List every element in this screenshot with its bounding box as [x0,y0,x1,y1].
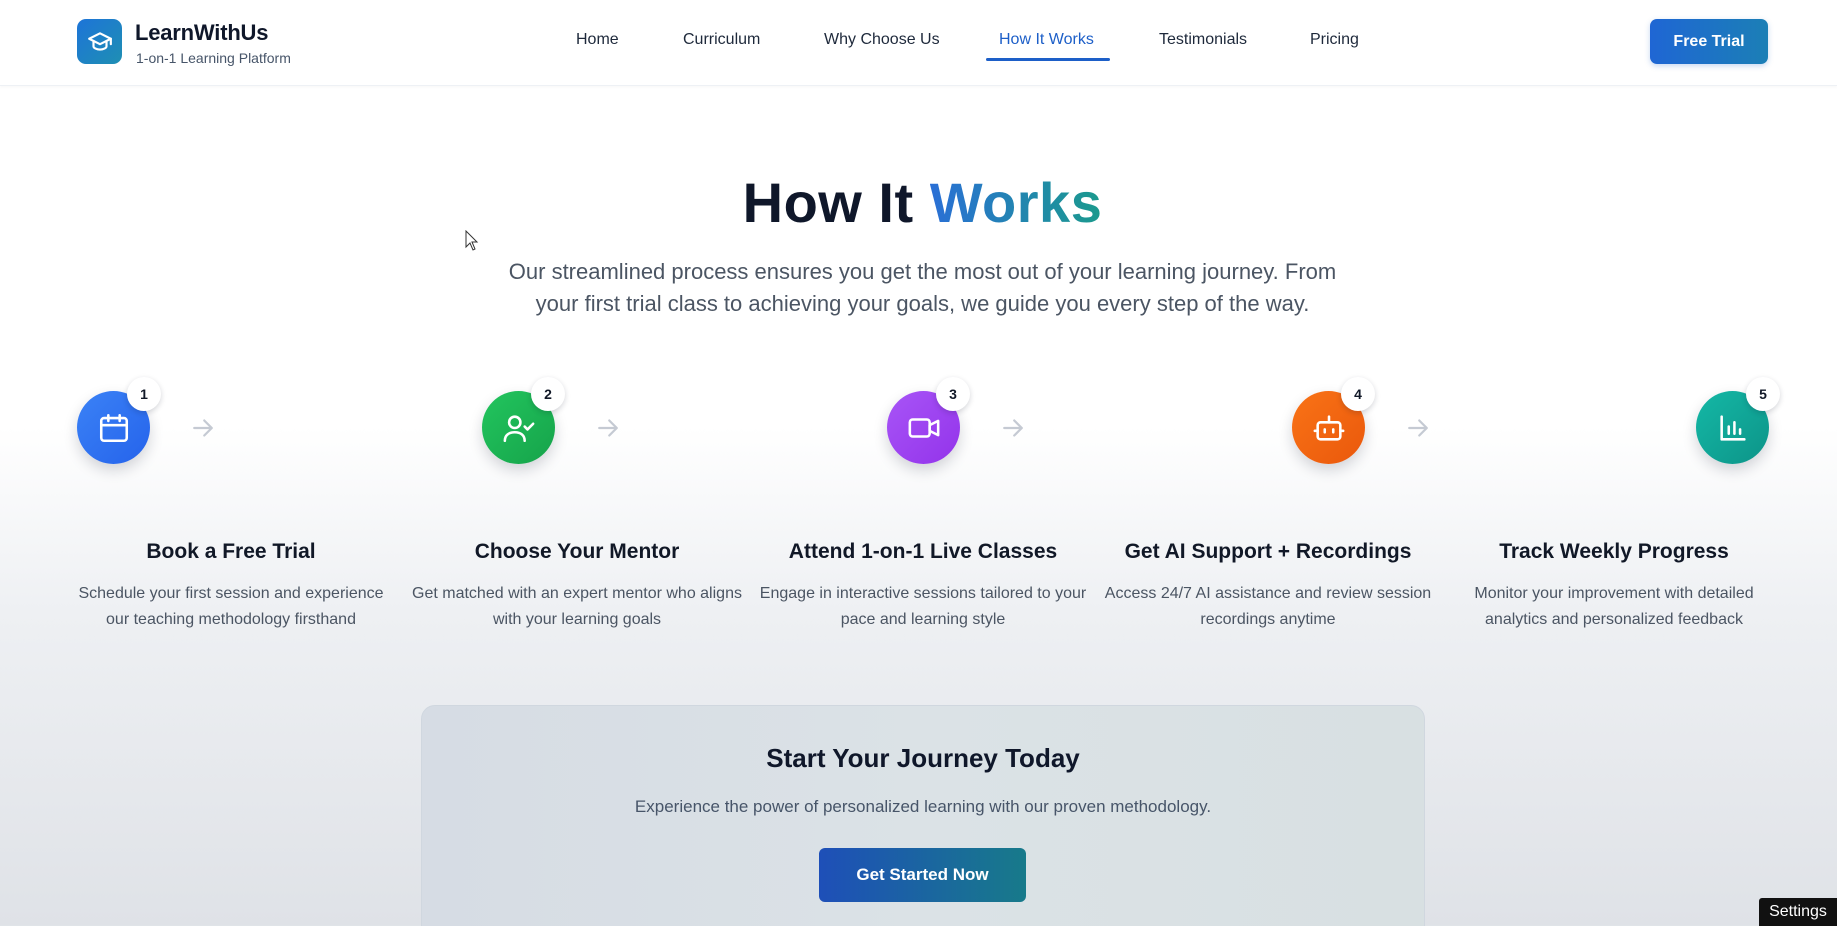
step-4-description: Access 24/7 AI assistance and review ses… [1104,585,1432,628]
nav-item-curriculum[interactable]: Curriculum [683,31,760,49]
logo[interactable] [77,19,122,64]
step-2-title: Choose Your Mentor [474,540,680,563]
page-subtitle: Our streamlined process ensures you get … [508,259,1337,316]
page-title: How It Works [0,170,1837,235]
get-started-button[interactable]: Get Started Now [819,848,1026,902]
arrow-right-icon [1003,419,1023,437]
nav-item-testimonials[interactable]: Testimonials [1159,31,1247,49]
title-accent: Works [929,171,1103,234]
settings-button[interactable]: Settings [1759,898,1837,926]
step-1-description: Schedule your first session and experien… [78,585,384,628]
step-3-number: 3 [936,377,970,411]
step-1-title: Book a Free Trial [146,540,316,563]
cta-title: Start Your Journey Today [766,743,1080,773]
user-check-icon [503,414,534,442]
active-nav-indicator [986,58,1110,61]
free-trial-button[interactable]: Free Trial [1650,19,1768,64]
nav-item-why-choose-us[interactable]: Why Choose Us [824,31,940,49]
site-header: LearnWithUs 1-on-1 Learning Platform Hom… [0,0,1837,86]
brand-name[interactable]: LearnWithUs [135,20,268,46]
title-main: How It [742,171,914,234]
step-4-number: 4 [1341,377,1375,411]
step-5-title: Track Weekly Progress [1499,540,1729,563]
bar-chart-icon [1719,414,1746,441]
step-1-number: 1 [127,377,161,411]
step-3-description: Engage in interactive sessions tailored … [759,585,1087,628]
step-4-title: Get AI Support + Recordings [1124,540,1412,563]
mouse-cursor-icon [465,230,479,251]
step-2-description: Get matched with an expert mentor who al… [412,585,742,628]
nav-item-how-it-works[interactable]: How It Works [999,31,1094,49]
arrow-right-icon [193,419,213,437]
brand-tagline: 1-on-1 Learning Platform [136,50,291,66]
nav-item-pricing[interactable]: Pricing [1310,31,1359,49]
graduation-cap-icon [87,31,112,51]
step-2-number: 2 [531,377,565,411]
robot-icon [1313,414,1344,441]
arrow-right-icon [598,419,618,437]
step-3-title: Attend 1-on-1 Live Classes [788,540,1058,563]
step-5-number: 5 [1746,377,1780,411]
calendar-icon [99,413,128,442]
cta-subtitle: Experience the power of personalized lea… [634,797,1212,816]
nav-item-home[interactable]: Home [576,31,619,49]
step-5-description: Monitor your improvement with detailed a… [1474,585,1754,628]
arrow-right-icon [1408,419,1428,437]
video-camera-icon [908,417,939,438]
